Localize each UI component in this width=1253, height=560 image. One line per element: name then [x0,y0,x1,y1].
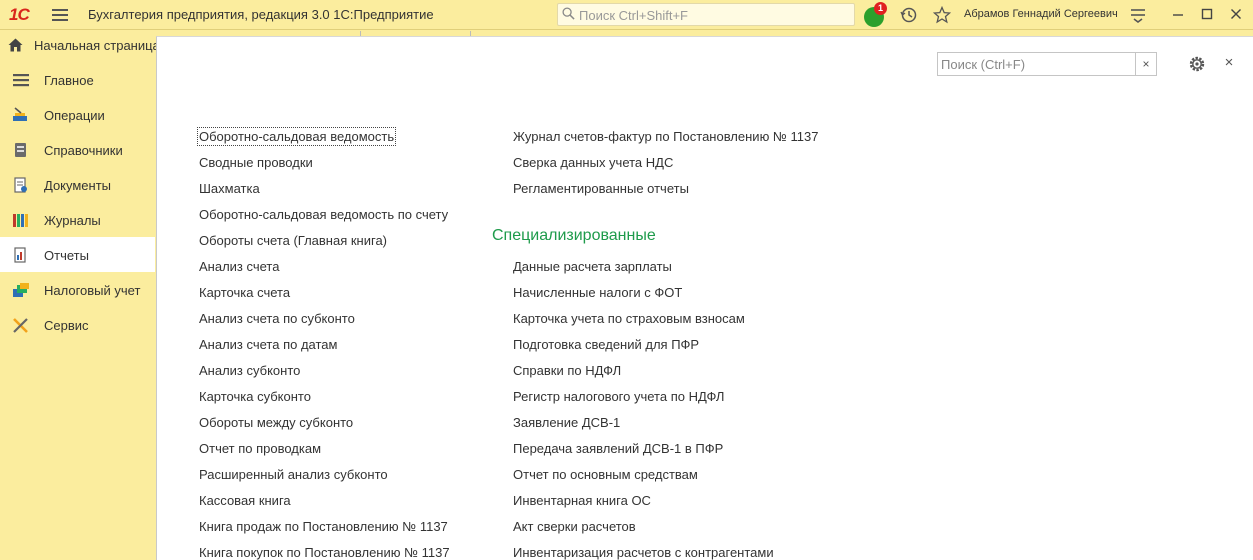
report-link[interactable]: Книга покупок по Постановлению № 1137 [199,545,450,560]
report-link[interactable]: Передача заявлений ДСВ-1 в ПФР [513,441,723,456]
report-link[interactable]: Журнал счетов-фактур по Постановлению № … [513,129,818,144]
report-link[interactable]: Сверка данных учета НДС [513,155,673,170]
section-title-specialized: Специализированные [492,227,656,244]
close-icon [1231,9,1241,19]
report-link[interactable]: Данные расчета зарплаты [513,259,672,274]
operations-icon [13,107,27,121]
sidebar-item-documents[interactable]: Документы [0,167,155,202]
app-logo[interactable]: 1С [9,5,30,25]
sidebar-item-reports[interactable]: Отчеты [0,237,155,272]
tab-home[interactable]: Начальная страница [0,31,158,61]
maximize-icon [1201,8,1213,20]
sidebar-item-journals[interactable]: Журналы [0,202,155,237]
sidebar-item-label: Налоговый учет [44,283,141,298]
report-link[interactable]: Сводные проводки [199,155,313,170]
report-link[interactable]: Оборотно-сальдовая ведомость по счету [199,207,448,222]
clear-search-button[interactable]: × [1135,53,1156,75]
report-link[interactable]: Подготовка сведений для ПФР [513,337,699,352]
history-icon[interactable] [900,6,918,24]
sidebar-item-tax[interactable]: Налоговый учет [0,272,155,307]
report-link[interactable]: Карточка учета по страховым взносам [513,311,745,326]
report-link[interactable]: Анализ счета по субконто [199,311,355,326]
tools-icon [13,318,28,333]
document-icon [14,177,27,193]
tab-home-label: Начальная страница [34,38,156,53]
sidebar: Главное Операции Справочники Документы Ж… [0,62,155,560]
report-link[interactable]: Начисленные налоги с ФОТ [513,285,682,300]
report-link[interactable]: Карточка субконто [199,389,311,404]
report-link[interactable]: Отчет по проводкам [199,441,321,456]
sidebar-item-operations[interactable]: Операции [0,97,155,132]
report-link[interactable]: Инвентаризация расчетов с контрагентами [513,545,774,560]
sidebar-item-label: Сервис [44,318,89,333]
report-link[interactable]: Регламентированные отчеты [513,181,689,196]
report-link[interactable]: Оборотно-сальдовая ведомость [196,127,397,146]
notification-badge: 1 [874,2,887,15]
sidebar-item-service[interactable]: Сервис [0,307,155,342]
lines-icon [13,74,29,87]
report-link[interactable]: Справки по НДФЛ [513,363,621,378]
settings-menu-icon[interactable] [1130,6,1146,24]
close-window-button[interactable] [1226,5,1246,25]
sidebar-item-label: Журналы [44,213,101,228]
user-name[interactable]: Абрамов Геннадий Сергеевич [964,8,1118,20]
panel-search-input[interactable]: Поиск (Ctrl+F) × [937,52,1157,76]
sidebar-item-label: Главное [44,73,94,88]
report-link[interactable]: Расширенный анализ субконто [199,467,388,482]
report-link[interactable]: Книга продаж по Постановлению № 1137 [199,519,448,534]
report-link[interactable]: Акт сверки расчетов [513,519,636,534]
gear-icon[interactable] [1187,54,1207,74]
report-link[interactable]: Заявление ДСВ-1 [513,415,620,430]
reports-icon [14,247,26,263]
report-link[interactable]: Анализ субконто [199,363,300,378]
journals-icon [13,214,28,227]
report-link[interactable]: Обороты счета (Главная книга) [199,233,387,248]
global-search-placeholder: Поиск Ctrl+Shift+F [579,8,688,23]
favorites-star-icon[interactable] [933,6,951,24]
minimize-icon [1173,14,1183,16]
home-icon [8,38,23,52]
report-link[interactable]: Кассовая книга [199,493,291,508]
panel-search-placeholder: Поиск (Ctrl+F) [941,57,1026,72]
report-link[interactable]: Отчет по основным средствам [513,467,698,482]
report-link[interactable]: Инвентарная книга ОС [513,493,651,508]
search-icon [562,7,575,20]
report-link[interactable]: Анализ счета по датам [199,337,337,352]
app-title: Бухгалтерия предприятия, редакция 3.0 1С… [88,7,434,22]
report-link[interactable]: Обороты между субконто [199,415,353,430]
sidebar-item-label: Справочники [44,143,123,158]
sidebar-item-main[interactable]: Главное [0,62,155,97]
reports-panel: Поиск (Ctrl+F) × × Оборотно-сальдовая ве… [156,36,1253,560]
notifications-button[interactable]: 1 [862,2,887,27]
sidebar-item-label: Документы [44,178,112,193]
close-panel-button[interactable]: × [1221,54,1237,72]
sidebar-item-directories[interactable]: Справочники [0,132,155,167]
global-search-input[interactable]: Поиск Ctrl+Shift+F [557,3,855,26]
sidebar-item-label: Отчеты [44,248,89,263]
directory-icon [15,143,26,157]
report-link[interactable]: Шахматка [199,181,260,196]
main-menu-icon[interactable] [52,9,68,21]
report-link[interactable]: Анализ счета [199,259,279,274]
title-bar: 1С Бухгалтерия предприятия, редакция 3.0… [0,0,1253,30]
maximize-button[interactable] [1197,5,1217,25]
minimize-button[interactable] [1168,5,1188,25]
report-link[interactable]: Карточка счета [199,285,290,300]
tax-icon [13,283,29,297]
sidebar-item-label: Операции [44,108,105,123]
report-link[interactable]: Регистр налогового учета по НДФЛ [513,389,724,404]
